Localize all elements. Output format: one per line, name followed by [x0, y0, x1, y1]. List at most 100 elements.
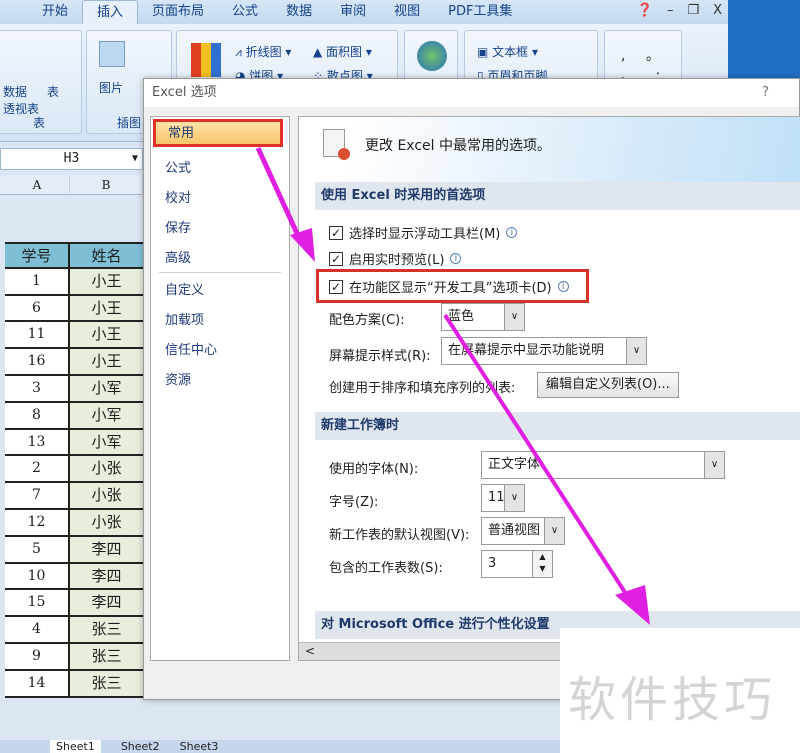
- tables-group: 数据 透视表 表 表: [0, 30, 82, 134]
- column-header-b[interactable]: B: [70, 175, 143, 195]
- custom-list-label: 创建用于排序和填充序列的列表:: [329, 381, 516, 396]
- office-button[interactable]: [0, 0, 28, 24]
- chevron-down-icon: ∨: [704, 452, 724, 478]
- cell-name[interactable]: 张三: [70, 670, 143, 696]
- cell-name[interactable]: 小军: [70, 375, 143, 401]
- picture-button[interactable]: 图片: [99, 79, 123, 96]
- checkbox[interactable]: ✓: [329, 225, 343, 240]
- tab-insert[interactable]: 插入: [82, 0, 139, 24]
- tab-view[interactable]: 视图: [380, 0, 434, 24]
- cell-name[interactable]: 李四: [70, 590, 143, 616]
- minimize-button[interactable]: –: [667, 3, 674, 18]
- font-select[interactable]: 正文字体 ∨: [481, 451, 725, 479]
- option-live-preview[interactable]: ✓ 启用实时预览(L) i: [329, 249, 462, 268]
- tab-pdf[interactable]: PDF工具集: [434, 0, 526, 24]
- close-button[interactable]: X: [713, 3, 722, 18]
- tab-home[interactable]: 开始: [28, 0, 82, 24]
- nav-item-save[interactable]: 保存: [165, 217, 191, 236]
- cell-student-id[interactable]: 5: [5, 536, 70, 562]
- cell-name[interactable]: 小王: [70, 322, 143, 348]
- cell-student-id[interactable]: 7: [5, 483, 70, 508]
- cell-name[interactable]: 李四: [70, 536, 143, 562]
- table-row: 11 小王: [5, 322, 143, 350]
- chevron-down-icon: ∨: [504, 485, 524, 511]
- nav-item-trust-center[interactable]: 信任中心: [165, 339, 217, 358]
- cell-name[interactable]: 张三: [70, 643, 143, 669]
- ribbon-tabs: 开始 插入 页面布局 公式 数据 审阅 视图 PDF工具集 ❓ – ❐ X: [0, 0, 728, 24]
- cell-student-id[interactable]: 16: [5, 349, 70, 374]
- hyperlink-globe-icon[interactable]: [417, 41, 447, 71]
- area-chart-button[interactable]: ▲ 面积图 ▾: [313, 43, 372, 60]
- name-box[interactable]: H3 ▼: [0, 148, 143, 170]
- screentip-select[interactable]: 在屏幕提示中显示功能说明 ∨: [441, 337, 647, 365]
- default-view-label: 新工作表的默认视图(V):: [329, 528, 470, 543]
- table-row: 13 小军: [5, 429, 143, 457]
- spinner-arrows-icon[interactable]: ▲ ▼: [532, 551, 552, 577]
- cell-student-id[interactable]: 6: [5, 295, 70, 321]
- table-row: 9 张三: [5, 643, 143, 671]
- cell-student-id[interactable]: 1: [5, 268, 70, 294]
- cell-student-id[interactable]: 15: [5, 590, 70, 616]
- help-icon[interactable]: ❓: [637, 3, 653, 18]
- cell-name[interactable]: 李四: [70, 563, 143, 589]
- cell-name[interactable]: 小军: [70, 429, 143, 455]
- color-scheme-select[interactable]: 蓝色 ∨: [441, 303, 525, 331]
- cell-name[interactable]: 小王: [70, 349, 143, 374]
- nav-item-addins[interactable]: 加载项: [165, 309, 204, 328]
- desktop-background: [728, 0, 800, 90]
- sheet-count-spinner[interactable]: 3 ▲ ▼: [481, 550, 553, 578]
- nav-item-resources[interactable]: 资源: [165, 369, 191, 388]
- info-icon: i: [506, 227, 518, 238]
- dialog-help-button[interactable]: ?: [762, 85, 769, 100]
- table-button[interactable]: 表: [47, 83, 59, 100]
- cell-student-id[interactable]: 9: [5, 643, 70, 669]
- cell-student-id[interactable]: 3: [5, 375, 70, 401]
- nav-item-advanced[interactable]: 高级: [165, 247, 191, 266]
- header-cell[interactable]: 学号: [5, 244, 70, 267]
- nav-item-customize[interactable]: 自定义: [165, 279, 204, 298]
- options-document-icon: [323, 129, 350, 160]
- cell-student-id[interactable]: 14: [5, 670, 70, 696]
- line-chart-button[interactable]: ⩘ 折线图 ▾: [235, 43, 291, 60]
- tab-data[interactable]: 数据: [272, 0, 326, 24]
- default-view-select[interactable]: 普通视图 ∨: [481, 517, 565, 545]
- cell-student-id[interactable]: 11: [5, 322, 70, 348]
- nav-item-proofing[interactable]: 校对: [165, 187, 191, 206]
- pivot-table-button[interactable]: 数据 透视表: [3, 83, 39, 117]
- nav-item-popular[interactable]: 常用: [153, 119, 283, 147]
- cell-name[interactable]: 小军: [70, 402, 143, 428]
- sheet-tab[interactable]: Sheet2: [121, 740, 160, 753]
- tab-page-layout[interactable]: 页面布局: [138, 0, 218, 24]
- font-size-select[interactable]: 11 ∨: [481, 484, 525, 512]
- cell-student-id[interactable]: 8: [5, 402, 70, 428]
- cell-student-id[interactable]: 13: [5, 429, 70, 455]
- cell-student-id[interactable]: 2: [5, 456, 70, 482]
- table-row: 4 张三: [5, 617, 143, 644]
- cell-name[interactable]: 小张: [70, 456, 143, 482]
- sheet-tab[interactable]: Sheet3: [180, 740, 219, 753]
- sheet-tab[interactable]: Sheet1: [50, 740, 101, 753]
- column-chart-icon[interactable]: [191, 43, 221, 77]
- chevron-down-icon: ∨: [504, 304, 524, 330]
- banner-text: 更改 Excel 中最常用的选项。: [365, 138, 551, 154]
- tab-review[interactable]: 审阅: [326, 0, 380, 24]
- column-header-a[interactable]: A: [5, 175, 70, 195]
- checkbox[interactable]: ✓: [329, 251, 343, 266]
- option-mini-toolbar[interactable]: ✓ 选择时显示浮动工具栏(M) i: [329, 223, 518, 242]
- cell-name[interactable]: 小张: [70, 509, 143, 535]
- textbox-button[interactable]: ▣ 文本框 ▾: [477, 43, 538, 60]
- options-content: 更改 Excel 中最常用的选项。 使用 Excel 时采用的首选项 ✓ 选择时显…: [298, 116, 800, 661]
- header-cell[interactable]: 姓名: [70, 244, 143, 267]
- cell-student-id[interactable]: 12: [5, 509, 70, 535]
- cell-name[interactable]: 小王: [70, 268, 143, 294]
- tab-formulas[interactable]: 公式: [218, 0, 272, 24]
- cell-student-id[interactable]: 10: [5, 563, 70, 589]
- cell-name[interactable]: 小王: [70, 295, 143, 321]
- restore-button[interactable]: ❐: [687, 3, 699, 18]
- cell-name[interactable]: 小张: [70, 483, 143, 508]
- edit-custom-lists-button[interactable]: 编辑自定义列表(O)...: [537, 372, 679, 398]
- nav-item-formulas[interactable]: 公式: [165, 157, 191, 176]
- table-row: 15 李四: [5, 590, 143, 618]
- cell-name[interactable]: 张三: [70, 617, 143, 642]
- cell-student-id[interactable]: 4: [5, 617, 70, 642]
